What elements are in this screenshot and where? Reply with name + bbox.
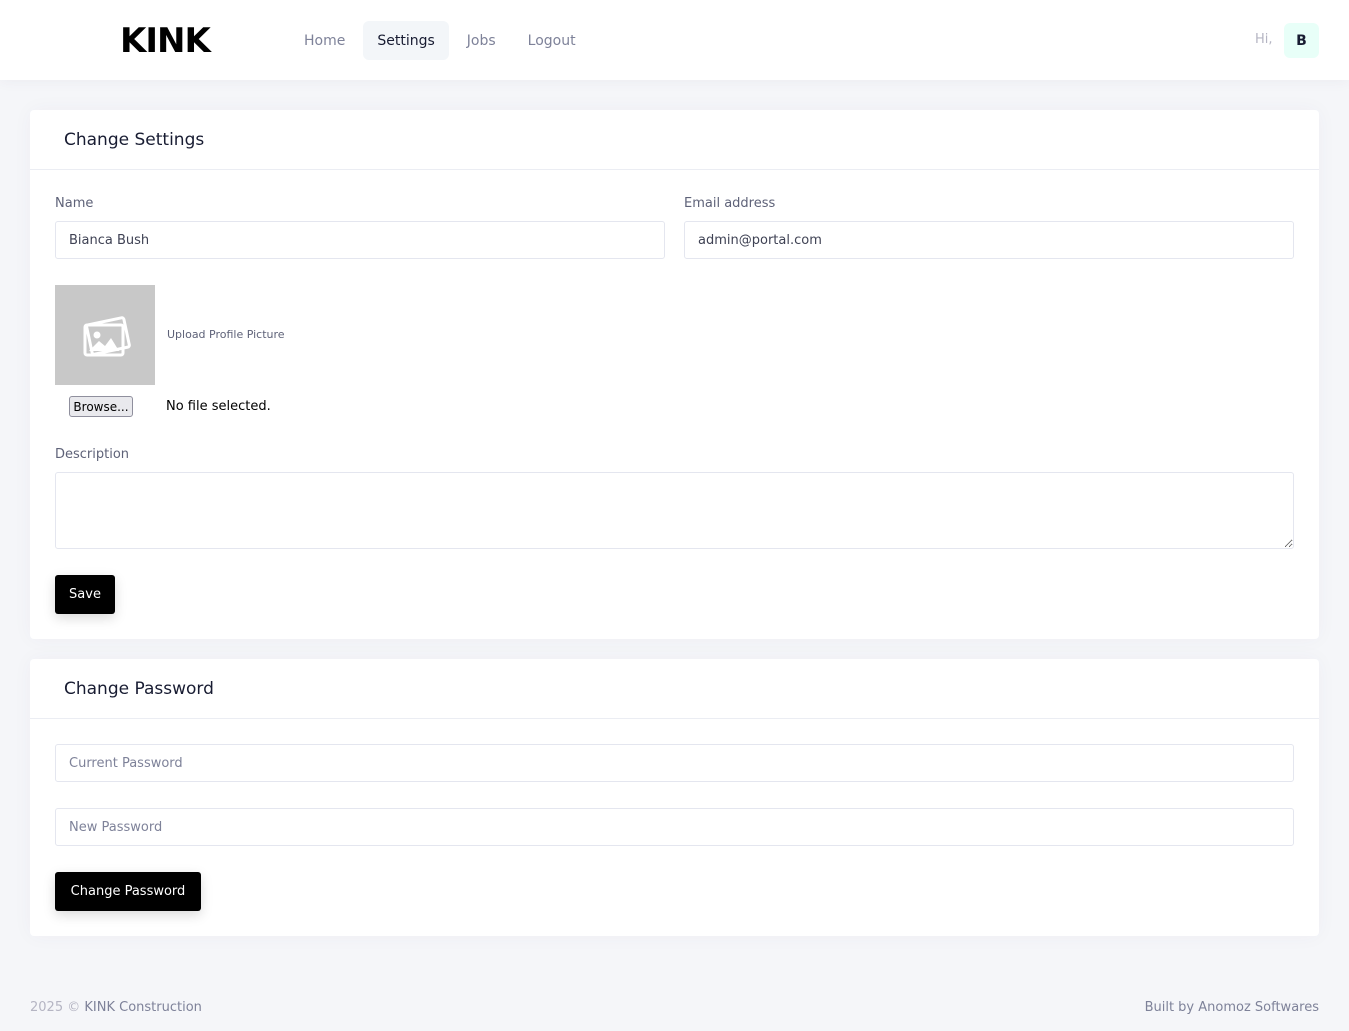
footer-year: 2025 <box>30 1000 64 1015</box>
settings-card-title: Change Settings <box>30 110 1319 170</box>
name-label: Name <box>55 196 94 211</box>
copyright-symbol: © <box>67 1000 81 1015</box>
change-password-button[interactable]: Change Password <box>55 872 201 911</box>
file-status-text: No file selected. <box>166 399 271 414</box>
avatar-initial: B <box>1296 32 1307 49</box>
description-textarea[interactable] <box>55 472 1294 549</box>
new-password-input[interactable] <box>55 808 1294 846</box>
email-label: Email address <box>684 196 776 211</box>
user-greeting: Hi, <box>1255 32 1273 47</box>
top-header: KINK Home Settings Jobs Logout Hi, B <box>0 0 1349 80</box>
nav-logout[interactable]: Logout <box>514 21 590 60</box>
nav-home[interactable]: Home <box>290 21 359 60</box>
current-password-input[interactable] <box>55 744 1294 782</box>
nav-jobs[interactable]: Jobs <box>453 21 510 60</box>
browse-button[interactable]: Browse... <box>69 396 133 417</box>
nav-settings[interactable]: Settings <box>363 21 449 60</box>
profile-picture-placeholder[interactable] <box>55 285 155 385</box>
name-input[interactable] <box>55 221 665 259</box>
settings-card: Change Settings Name Email address Uploa… <box>30 110 1319 639</box>
description-label: Description <box>55 447 130 462</box>
save-button[interactable]: Save <box>55 575 115 614</box>
image-placeholder-icon <box>83 316 131 357</box>
kink-logo[interactable]: KINK <box>120 22 211 60</box>
password-card: Change Password Change Password <box>30 659 1319 936</box>
footer-company-link[interactable]: KINK Construction <box>84 1000 202 1015</box>
main-nav: Home Settings Jobs Logout <box>290 21 590 60</box>
password-card-title: Change Password <box>30 659 1319 719</box>
footer-credit-link[interactable]: Built by Anomoz Softwares <box>1145 1000 1319 1015</box>
footer-copyright: 2025 © KINK Construction <box>30 1000 202 1015</box>
user-avatar[interactable]: B <box>1284 23 1319 58</box>
upload-profile-picture-link[interactable]: Upload Profile Picture <box>167 328 285 341</box>
email-input[interactable] <box>684 221 1294 259</box>
